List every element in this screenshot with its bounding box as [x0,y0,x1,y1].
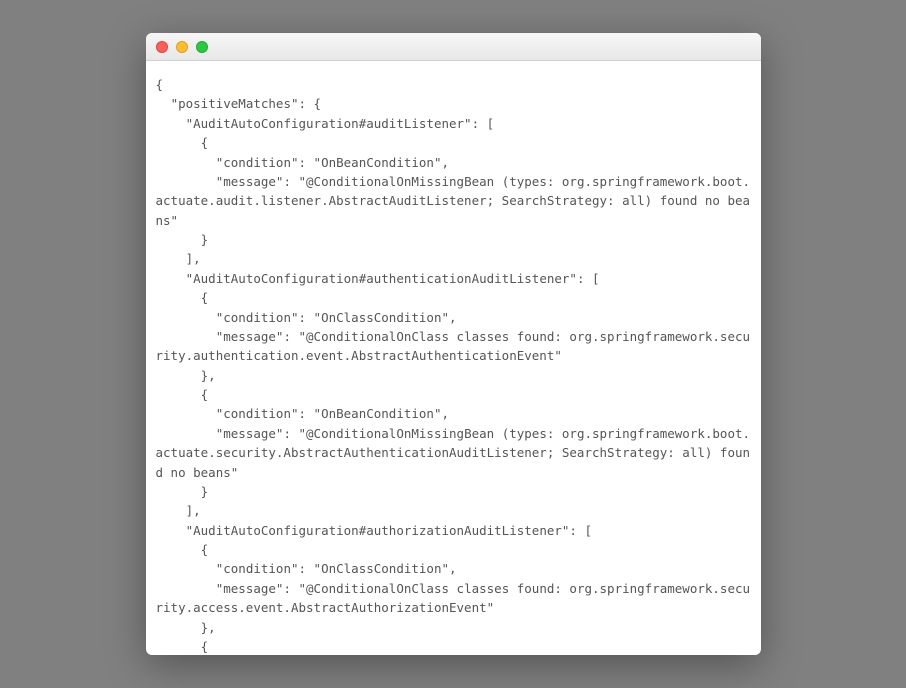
minimize-icon[interactable] [176,41,188,53]
app-window: { "positiveMatches": { "AuditAutoConfigu… [146,33,761,655]
window-titlebar [146,33,761,61]
json-content: { "positiveMatches": { "AuditAutoConfigu… [146,61,761,655]
close-icon[interactable] [156,41,168,53]
maximize-icon[interactable] [196,41,208,53]
